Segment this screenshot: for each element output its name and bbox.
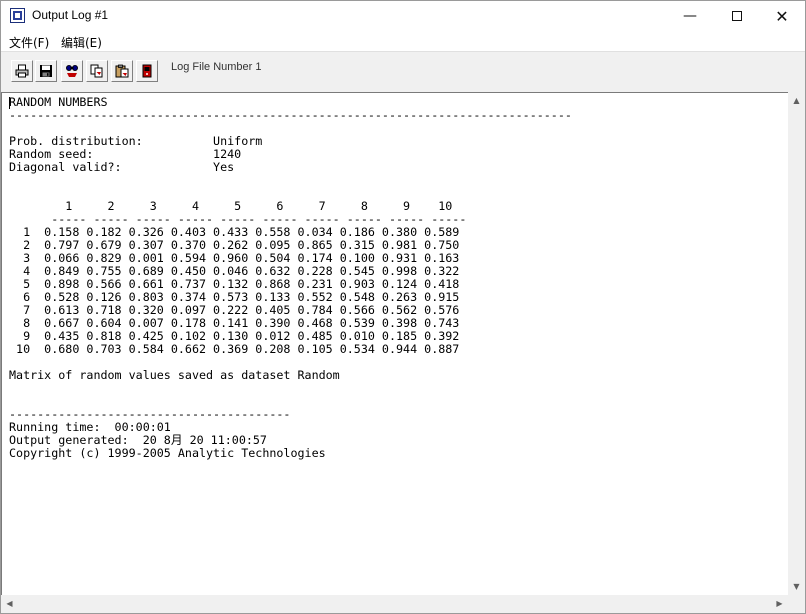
scroll-left-button[interactable]: ◀ xyxy=(1,595,18,612)
app-icon[interactable] xyxy=(10,8,25,23)
horizontal-scrollbar[interactable]: ◀ ▶ xyxy=(1,595,788,612)
exit-button[interactable] xyxy=(136,60,158,82)
window-title: Output Log #1 xyxy=(32,8,109,22)
arrow-left-icon: ◀ xyxy=(6,599,13,608)
copy-button[interactable] xyxy=(86,60,108,82)
output-text-area[interactable]: RANDOM NUMBERS -------------------------… xyxy=(1,92,788,595)
text-caret xyxy=(9,97,10,109)
menu-bar: 文件(F) 编辑(E) xyxy=(1,31,805,51)
save-button[interactable] xyxy=(35,60,57,82)
log-file-label: Log File Number 1 xyxy=(171,61,262,73)
arrow-up-icon: ▲ xyxy=(793,96,800,105)
arrow-down-icon: ▼ xyxy=(793,582,800,591)
save-icon xyxy=(40,65,52,77)
paste-button[interactable] xyxy=(111,60,133,82)
find-icon xyxy=(66,65,78,77)
copy-icon xyxy=(90,64,103,78)
print-button[interactable] xyxy=(11,60,33,82)
minimize-button[interactable]: — xyxy=(667,1,713,31)
paste-icon xyxy=(115,64,129,78)
maximize-button[interactable] xyxy=(714,1,760,31)
menu-edit[interactable]: 编辑(E) xyxy=(61,34,102,51)
minimize-icon: — xyxy=(683,8,697,24)
scroll-right-button[interactable]: ▶ xyxy=(771,595,788,612)
vertical-scrollbar[interactable]: ▲ ▼ xyxy=(788,92,805,595)
output-log-text[interactable]: RANDOM NUMBERS -------------------------… xyxy=(9,96,572,460)
close-icon: ✕ xyxy=(775,6,789,26)
exit-icon xyxy=(142,64,152,78)
output-log-window: Output Log #1 — ✕ 文件(F) 编辑(E) Log File N… xyxy=(0,0,806,614)
close-button[interactable]: ✕ xyxy=(759,1,805,31)
scroll-down-button[interactable]: ▼ xyxy=(788,578,805,595)
find-button[interactable] xyxy=(61,60,83,82)
title-bar[interactable]: Output Log #1 — ✕ xyxy=(1,1,805,31)
menu-file[interactable]: 文件(F) xyxy=(9,34,49,51)
print-icon xyxy=(15,64,29,78)
scroll-up-button[interactable]: ▲ xyxy=(788,92,805,109)
maximize-icon xyxy=(732,11,742,21)
scrollbar-corner xyxy=(788,595,805,612)
toolbar: Log File Number 1 xyxy=(1,51,805,93)
arrow-right-icon: ▶ xyxy=(776,599,783,608)
